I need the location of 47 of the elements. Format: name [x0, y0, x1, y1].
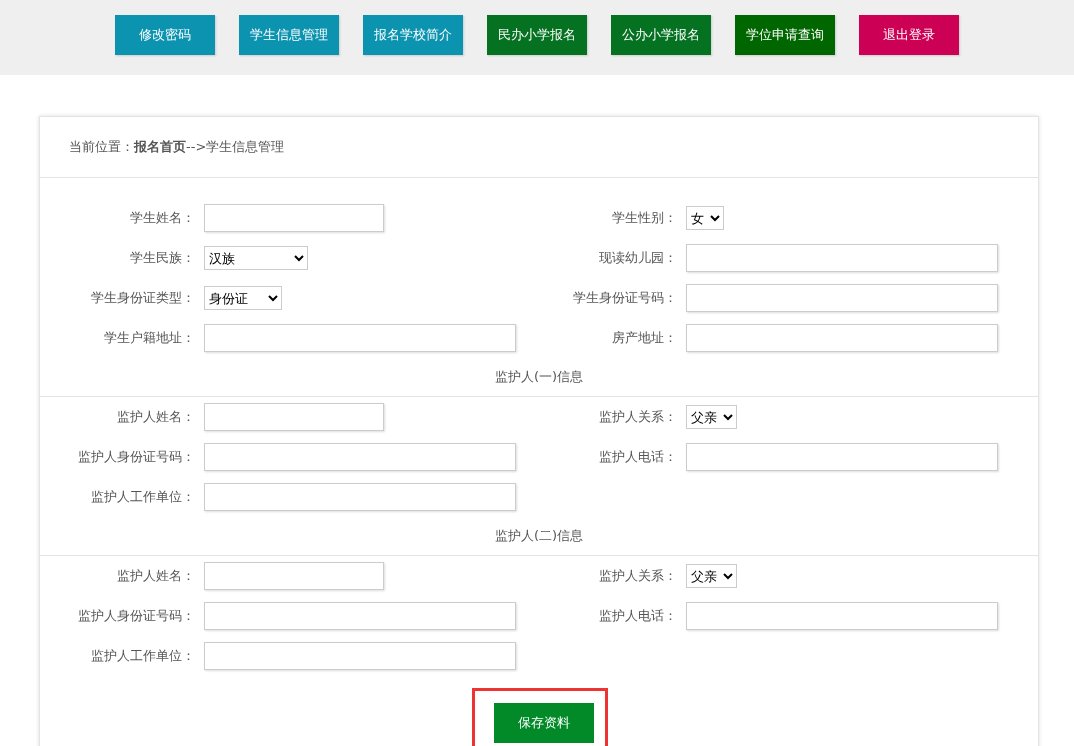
field-label: 监护人电话： — [598, 607, 677, 625]
field-label: 监护人工作单位： — [90, 647, 195, 665]
field-label: 现读幼儿园： — [598, 249, 677, 267]
text-field[interactable] — [686, 602, 998, 630]
breadcrumb: 当前位置：报名首页-->学生信息管理 — [69, 138, 285, 156]
field-label: 监护人身份证号码： — [77, 607, 195, 625]
dropdown[interactable]: 父亲 — [686, 564, 737, 588]
text-field[interactable] — [204, 562, 384, 590]
text-field[interactable] — [204, 324, 516, 352]
dropdown[interactable]: 汉族 — [204, 246, 308, 270]
text-field[interactable] — [686, 284, 998, 312]
nav-button[interactable]: 公办小学报名 — [611, 15, 711, 55]
field-label: 房产地址： — [611, 329, 677, 347]
nav-button[interactable]: 报名学校简介 — [363, 15, 463, 55]
nav-button[interactable]: 修改密码 — [115, 15, 215, 55]
field-label: 监护人身份证号码： — [77, 448, 195, 466]
dropdown[interactable]: 身份证 — [204, 286, 282, 310]
text-field[interactable] — [686, 244, 998, 272]
field-label: 监护人关系： — [598, 408, 677, 426]
text-field[interactable] — [204, 403, 384, 431]
field-label: 学生姓名： — [129, 209, 195, 227]
field-label: 监护人姓名： — [116, 567, 195, 585]
save-button[interactable]: 保存资料 — [494, 703, 594, 743]
text-field[interactable] — [204, 483, 516, 511]
section-title: 监护人(二)信息 — [494, 527, 584, 545]
dropdown[interactable]: 女 — [686, 206, 724, 230]
text-field[interactable] — [204, 204, 384, 232]
text-field[interactable] — [686, 324, 998, 352]
field-label: 学生身份证号码： — [572, 289, 677, 307]
field-label: 学生民族： — [129, 249, 195, 267]
text-field[interactable] — [686, 443, 998, 471]
text-field[interactable] — [204, 443, 516, 471]
field-label: 学生户籍地址： — [103, 329, 195, 347]
field-label: 监护人姓名： — [116, 408, 195, 426]
nav-button[interactable]: 民办小学报名 — [487, 15, 587, 55]
field-label: 监护人工作单位： — [90, 488, 195, 506]
text-field[interactable] — [204, 602, 516, 630]
nav-button[interactable]: 学位申请查询 — [735, 15, 835, 55]
field-label: 监护人电话： — [598, 448, 677, 466]
field-label: 监护人关系： — [598, 567, 677, 585]
nav-button[interactable]: 退出登录 — [859, 15, 959, 55]
field-label: 学生身份证类型： — [90, 289, 195, 307]
dropdown[interactable]: 父亲 — [686, 405, 737, 429]
field-label: 学生性别： — [611, 209, 677, 227]
section-title: 监护人(一)信息 — [494, 368, 584, 386]
text-field[interactable] — [204, 642, 516, 670]
nav-button[interactable]: 学生信息管理 — [239, 15, 339, 55]
